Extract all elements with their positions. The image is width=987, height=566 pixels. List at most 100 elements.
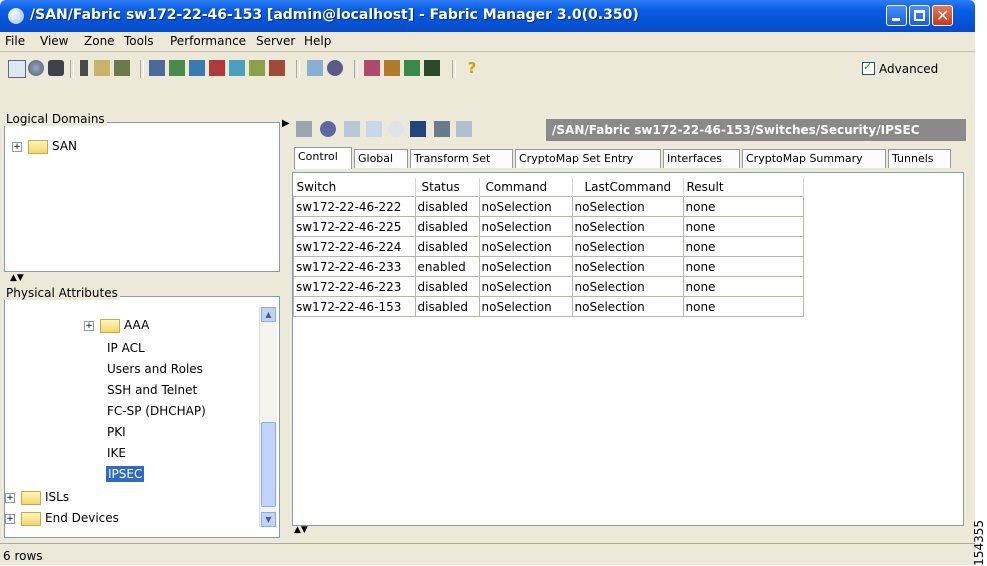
expand-icon[interactable]: + (12, 141, 22, 152)
column-header-status[interactable]: Status (415, 178, 480, 197)
tab-cryptomap-summary[interactable]: CryptoMap Summary (742, 149, 886, 168)
cell-command[interactable]: noSelection (478, 276, 573, 297)
table-row[interactable]: sw172-22-46-225 disabled noSelection noS… (293, 216, 804, 237)
tools-icon[interactable] (364, 60, 380, 76)
row-count: 6 rows (3, 549, 43, 563)
tree-item-ipsec[interactable]: IPSEC (106, 466, 145, 482)
tab-cryptomap-set-entry[interactable]: CryptoMap Set Entry (515, 149, 661, 168)
cell-command[interactable]: noSelection (478, 216, 573, 237)
cell-status[interactable]: disabled (414, 296, 480, 317)
tree-item-ssh-and-telnet[interactable]: SSH and Telnet (107, 383, 197, 397)
cell-status[interactable]: disabled (414, 236, 480, 257)
performance-icon[interactable] (404, 60, 420, 76)
tree-item-fc-sp[interactable]: FC-SP (DHCHAP) (107, 404, 206, 418)
splitter-arrows-icon[interactable]: ▲▼ (294, 525, 308, 535)
path-icon[interactable] (249, 60, 265, 76)
report-icon[interactable] (269, 60, 285, 76)
table-row[interactable]: sw172-22-46-153 disabled noSelection noS… (293, 296, 804, 317)
advanced-checkbox[interactable]: Advanced (862, 60, 938, 76)
splitter-handle-icon[interactable]: ▶ (282, 118, 290, 129)
cell-command[interactable]: noSelection (478, 256, 573, 277)
menu-file[interactable]: File (5, 34, 25, 48)
security-icon[interactable] (384, 60, 400, 76)
splitter-arrows-icon[interactable]: ▲▼ (10, 273, 24, 283)
lock-icon[interactable] (94, 60, 110, 76)
help-icon[interactable]: ? (464, 60, 480, 76)
cell-command[interactable]: noSelection (478, 236, 573, 257)
cell-status[interactable]: disabled (414, 216, 480, 237)
tab-transform-set[interactable]: Transform Set (410, 149, 513, 168)
physical-attributes-label: Physical Attributes (4, 286, 120, 300)
menu-server[interactable]: Server (256, 34, 295, 48)
binoculars-icon[interactable] (48, 60, 64, 76)
discover-icon[interactable] (28, 60, 44, 76)
expand-icon[interactable]: + (84, 320, 94, 331)
expand-icon[interactable]: + (5, 492, 15, 503)
export-icon[interactable] (456, 121, 472, 137)
vsan-icon[interactable] (169, 60, 185, 76)
monitor-icon[interactable] (424, 60, 440, 76)
zone-icon[interactable] (149, 60, 165, 76)
users-icon[interactable] (114, 60, 130, 76)
config-icon[interactable] (209, 60, 225, 76)
tree-item-aaa[interactable]: + AAA (84, 318, 149, 333)
column-header-switch[interactable]: Switch (293, 178, 416, 197)
tree-item-ike[interactable]: IKE (107, 446, 126, 460)
tree-item-ip-acl[interactable]: IP ACL (107, 341, 145, 355)
refresh-icon[interactable] (320, 121, 336, 137)
column-header-lastcommand[interactable]: LastCommand (572, 178, 684, 197)
scroll-down-icon[interactable]: ▼ (261, 512, 276, 527)
menu-performance[interactable]: Performance (170, 34, 246, 48)
cell-status[interactable]: disabled (414, 276, 480, 297)
tree-item-users-and-roles[interactable]: Users and Roles (107, 362, 203, 376)
tab-control[interactable]: Control (294, 147, 352, 169)
refresh-icon[interactable] (307, 60, 323, 76)
cell-command[interactable]: noSelection (478, 196, 573, 217)
cell-result: none (682, 216, 804, 237)
tree-scrollbar[interactable]: ▲ ▼ (259, 307, 277, 527)
table-row[interactable]: sw172-22-46-233 enabled noSelection noSe… (293, 256, 804, 277)
maximize-button[interactable] (909, 5, 930, 26)
wizard-icon[interactable] (229, 60, 245, 76)
save-icon[interactable] (410, 121, 426, 137)
menu-help[interactable]: Help (304, 34, 331, 48)
tree-item-san[interactable]: + SAN (12, 139, 77, 154)
tab-interfaces[interactable]: Interfaces (663, 149, 740, 168)
tree-item-label: End Devices (45, 511, 119, 525)
expand-icon[interactable]: + (5, 513, 15, 524)
menu-tools[interactable]: Tools (124, 34, 154, 48)
title-bar[interactable]: /SAN/Fabric sw172-22-46-153 [admin@local… (0, 0, 975, 32)
tab-global[interactable]: Global (354, 149, 408, 168)
cell-command[interactable]: noSelection (478, 296, 573, 317)
server-icon[interactable] (327, 60, 343, 76)
print-icon[interactable] (434, 121, 450, 137)
menu-zone[interactable]: Zone (84, 34, 115, 48)
tree-item-label: AAA (124, 318, 150, 332)
cell-status[interactable]: enabled (414, 256, 480, 277)
column-header-command[interactable]: Command (479, 178, 573, 197)
scroll-thumb[interactable] (261, 422, 276, 507)
copy-icon[interactable] (344, 121, 360, 137)
paste-icon[interactable] (366, 121, 382, 137)
switch-icon[interactable] (80, 60, 88, 76)
column-header-result[interactable]: Result (683, 178, 804, 197)
tab-tunnels[interactable]: Tunnels (888, 149, 951, 168)
table-icon[interactable] (296, 121, 312, 137)
tree-item-end-devices[interactable]: + End Devices (5, 511, 119, 526)
scroll-up-icon[interactable]: ▲ (261, 307, 276, 322)
window-title: /SAN/Fabric sw172-22-46-153 [admin@local… (30, 7, 639, 23)
undo-icon[interactable] (388, 121, 404, 137)
table-row[interactable]: sw172-22-46-223 disabled noSelection noS… (293, 276, 804, 297)
table-row[interactable]: sw172-22-46-224 disabled noSelection noS… (293, 236, 804, 257)
device-icon[interactable] (189, 60, 205, 76)
table-row[interactable]: sw172-22-46-222 disabled noSelection noS… (293, 196, 804, 217)
close-button[interactable]: ✕ (932, 5, 953, 26)
tree-item-pki[interactable]: PKI (107, 425, 126, 439)
cell-result: none (682, 296, 804, 317)
ipsec-control-table: Switch Status Command LastCommand Result… (293, 178, 804, 317)
minimize-button[interactable] (886, 5, 907, 26)
open-icon[interactable] (8, 60, 26, 78)
menu-view[interactable]: View (40, 34, 68, 48)
cell-status[interactable]: disabled (414, 196, 480, 217)
tree-item-isls[interactable]: + ISLs (5, 490, 69, 505)
